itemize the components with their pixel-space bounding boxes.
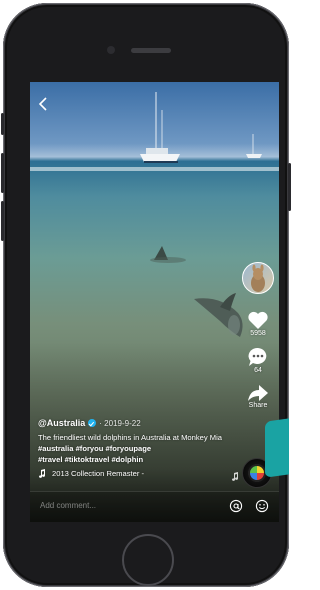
like-count: 5958: [250, 330, 266, 337]
action-rail: 5958 64 Share: [241, 262, 275, 409]
description-text: The friendliest wild dolphins in Austral…: [38, 433, 223, 442]
heart-icon: [248, 311, 268, 329]
comment-bubble-icon: [248, 347, 267, 366]
volume-down-button: [1, 201, 4, 241]
kangaroo-avatar-icon: [251, 264, 265, 292]
post-description: The friendliest wild dolphins in Austral…: [38, 432, 238, 465]
comment-bar: Add comment...: [30, 491, 279, 522]
music-note-small-icon: [232, 472, 239, 481]
sailboat-small: [246, 134, 262, 158]
share-button[interactable]: Share: [247, 384, 269, 409]
share-label: Share: [248, 402, 268, 409]
hashtags-line1[interactable]: #australia #foryou #foryoupage: [38, 444, 151, 453]
disc-label: [250, 466, 264, 480]
earpiece-speaker: [131, 48, 171, 53]
horizon-shore: [30, 167, 279, 171]
home-button[interactable]: [122, 534, 174, 586]
sailboat-large: [140, 92, 180, 163]
share-arrow-icon: [248, 385, 268, 401]
username[interactable]: @Australia: [38, 418, 85, 428]
post-date: · 2019-9-22: [99, 418, 141, 428]
power-button: [288, 163, 291, 211]
music-line[interactable]: 2013 Collection Remaster -: [38, 469, 238, 478]
at-icon[interactable]: [229, 499, 243, 513]
music-title: 2013 Collection Remaster -: [52, 469, 145, 478]
emoji-icon[interactable]: [255, 499, 269, 513]
comment-input[interactable]: Add comment...: [40, 501, 96, 510]
comment-count: 64: [254, 367, 262, 374]
like-button[interactable]: 5958: [247, 310, 269, 337]
verified-badge-icon: [88, 419, 97, 427]
video-screen[interactable]: 5958 64 Share @Australia · 2019-9-22 The…: [30, 82, 279, 522]
mute-switch: [1, 113, 4, 135]
volume-up-button: [1, 153, 4, 193]
avatar[interactable]: [242, 262, 274, 294]
post-caption: @Australia · 2019-9-22 The friendliest w…: [38, 418, 238, 478]
back-button[interactable]: [36, 96, 52, 112]
hashtags-line2[interactable]: #travel #tiktoktravel #dolphin: [38, 455, 143, 464]
dolphin-fin: [150, 246, 186, 263]
comment-button[interactable]: 64: [247, 347, 269, 374]
front-camera: [107, 46, 115, 54]
chevron-left-icon: [38, 97, 47, 111]
user-line: @Australia · 2019-9-22: [38, 418, 238, 428]
floating-teal-tab[interactable]: [265, 418, 289, 478]
music-note-icon: [39, 469, 46, 478]
